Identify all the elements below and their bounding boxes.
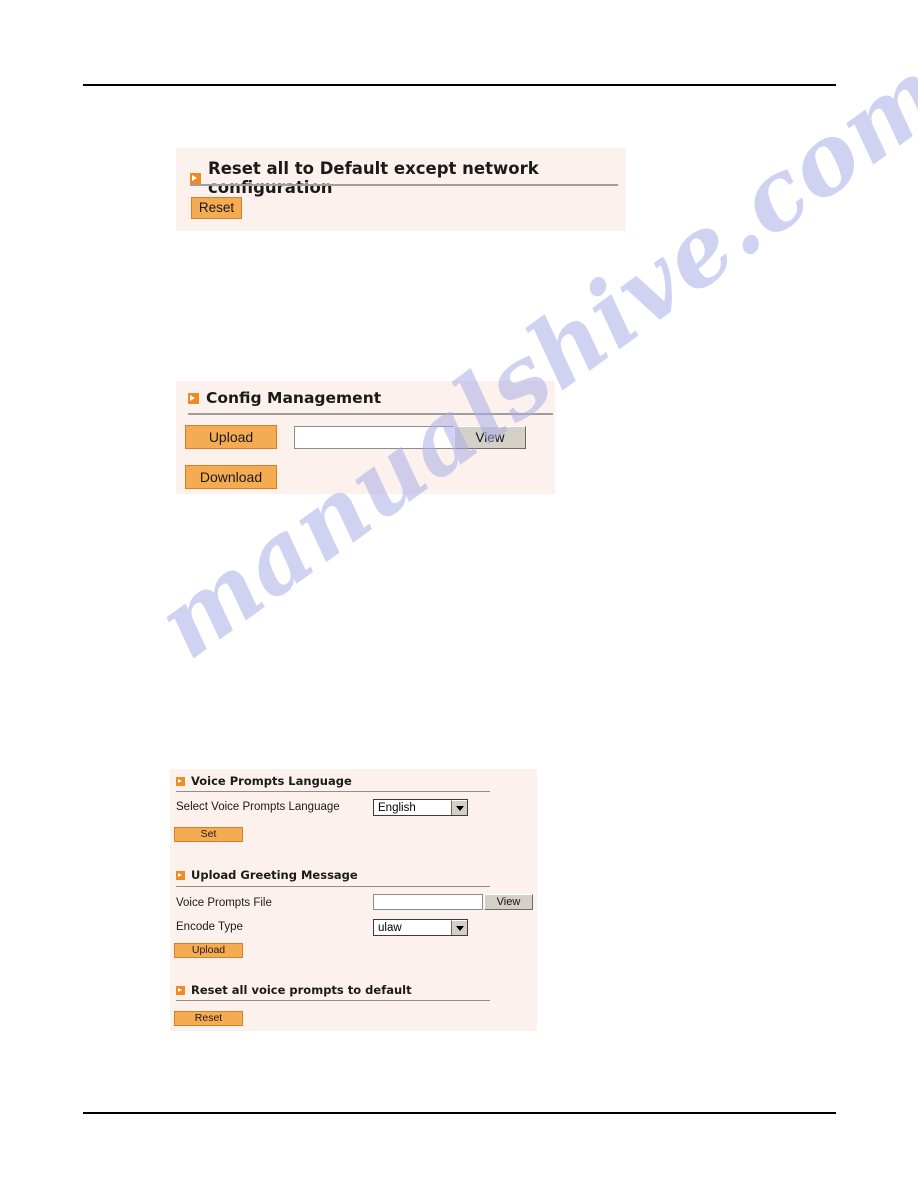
- upload-greeting-message-title: Upload Greeting Message: [176, 868, 358, 882]
- arrow-right-icon: [188, 392, 199, 404]
- voice-prompts-upload-button[interactable]: Upload: [174, 943, 243, 958]
- arrow-right-icon: [176, 870, 185, 880]
- config-management-panel-title: Config Management: [188, 389, 381, 407]
- config-view-button[interactable]: View: [454, 426, 526, 449]
- reset-voice-prompts-title-text: Reset all voice prompts to default: [191, 983, 412, 997]
- reset-all-reset-button[interactable]: Reset: [191, 197, 242, 219]
- arrow-right-icon: [190, 172, 201, 184]
- reset-voice-prompts-divider: [176, 1000, 490, 1001]
- voice-language-set-button[interactable]: Set: [174, 827, 243, 842]
- page-header-rule: [83, 84, 836, 86]
- voice-prompts-language-title-text: Voice Prompts Language: [191, 774, 352, 788]
- voice-prompts-file-input[interactable]: [373, 894, 483, 910]
- config-upload-button[interactable]: Upload: [185, 425, 277, 449]
- config-download-button[interactable]: Download: [185, 465, 277, 489]
- reset-all-panel: Reset all to Default except network conf…: [176, 148, 626, 231]
- reset-all-title-text: Reset all to Default except network conf…: [208, 159, 539, 197]
- reset-voice-prompts-title: Reset all voice prompts to default: [176, 983, 412, 997]
- voice-prompts-file-label: Voice Prompts File: [176, 897, 272, 909]
- config-management-title-divider: [188, 413, 553, 415]
- encode-type-select[interactable]: ulaw: [373, 919, 468, 936]
- voice-language-select[interactable]: English: [373, 799, 468, 816]
- select-language-label: Select Voice Prompts Language: [176, 801, 340, 813]
- config-management-title-text: Config Management: [206, 389, 382, 407]
- upload-greeting-message-title-text: Upload Greeting Message: [191, 868, 358, 882]
- reset-all-title-divider: [190, 184, 618, 186]
- encode-type-label: Encode Type: [176, 921, 243, 933]
- watermark-text: manualshive.com: [137, 36, 918, 681]
- arrow-right-icon: [176, 985, 185, 995]
- voice-prompts-language-divider: [176, 791, 490, 792]
- voice-prompts-language-title: Voice Prompts Language: [176, 774, 352, 788]
- voice-language-select-value: English: [378, 801, 416, 814]
- reset-voice-prompts-button[interactable]: Reset: [174, 1011, 243, 1026]
- chevron-down-icon[interactable]: [451, 920, 467, 935]
- config-file-input[interactable]: [294, 426, 457, 449]
- reset-all-panel-title: Reset all to Default except network conf…: [190, 159, 626, 197]
- encode-type-select-value: ulaw: [378, 921, 402, 934]
- arrow-right-icon: [176, 776, 185, 786]
- chevron-down-icon[interactable]: [451, 800, 467, 815]
- page-footer-rule: [83, 1112, 836, 1114]
- upload-greeting-message-divider: [176, 886, 490, 887]
- voice-prompts-file-view-button[interactable]: View: [484, 894, 533, 910]
